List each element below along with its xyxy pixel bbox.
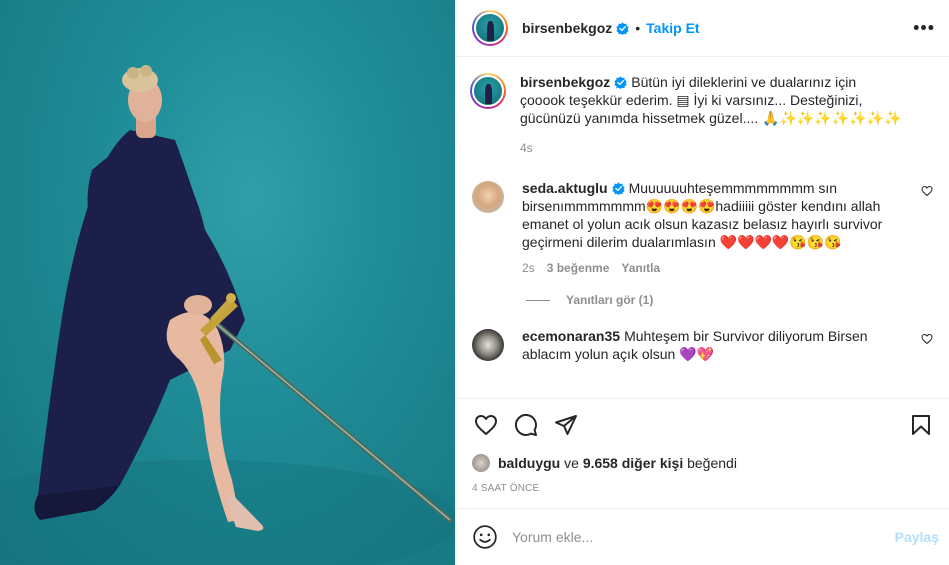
likes-summary: balduygu ve 9.658 diğer kişi beğendi <box>456 451 949 475</box>
like-comment-heart-icon[interactable] <box>921 185 933 197</box>
liker-avatar[interactable] <box>472 454 490 472</box>
comment-icon <box>514 413 537 436</box>
like-button[interactable] <box>466 405 506 445</box>
save-button[interactable] <box>901 405 941 445</box>
photo-illustration <box>0 65 455 565</box>
commenter-username[interactable]: seda.aktuglu <box>522 180 608 196</box>
liker-username[interactable]: balduygu <box>498 455 560 471</box>
commenter-username[interactable]: ecemonaran35 <box>522 328 620 344</box>
caption-avatar[interactable] <box>470 73 506 109</box>
bookmark-icon <box>912 415 930 435</box>
comment-input[interactable] <box>512 529 895 545</box>
caption: birsenbekgoz Bütün iyi dileklerini ve dua… <box>470 73 933 157</box>
verified-badge-icon <box>616 21 629 35</box>
caption-username[interactable]: birsenbekgoz <box>520 74 610 90</box>
header-separator: • <box>635 20 641 36</box>
view-replies-button[interactable]: Yanıtları gör (1) <box>526 293 933 307</box>
likes-count[interactable]: 9.658 diğer kişi <box>583 455 683 471</box>
likes-suffix: beğendi <box>687 455 737 471</box>
replies-line <box>526 299 550 301</box>
commenter-avatar[interactable] <box>472 329 504 361</box>
view-replies-label: Yanıtları gör (1) <box>566 293 654 307</box>
post-side-panel: birsenbekgoz • Takip Et ••• birsenbekgoz… <box>455 0 949 565</box>
likes-connector: ve <box>564 455 579 471</box>
add-comment-bar: Paylaş <box>456 509 949 565</box>
comment-meta: 2s 3 beğenme Yanıtla <box>522 259 905 277</box>
reply-button[interactable]: Yanıtla <box>621 259 660 277</box>
comment-time[interactable]: 2s <box>522 259 535 277</box>
caption-time[interactable]: 4s <box>520 139 905 157</box>
post-comment-button[interactable]: Paylaş <box>895 529 939 545</box>
post-viewer: birsenbekgoz • Takip Et ••• birsenbekgoz… <box>0 0 949 565</box>
commenter-avatar[interactable] <box>472 181 504 213</box>
like-comment-heart-icon[interactable] <box>921 333 933 345</box>
comment-button[interactable] <box>506 405 546 445</box>
comments-section: birsenbekgoz Bütün iyi dileklerini ve dua… <box>456 57 949 399</box>
action-bar <box>456 399 949 451</box>
author-username[interactable]: birsenbekgoz <box>522 20 612 36</box>
author-avatar[interactable] <box>472 10 508 46</box>
post-timestamp[interactable]: 4 SAAT ÖNCE <box>456 475 949 509</box>
verified-badge-icon <box>614 76 627 89</box>
heart-icon <box>475 415 497 435</box>
emoji-icon[interactable] <box>472 524 498 550</box>
comment-item: ecemonaran35 Muhteşem bir Survivor diliyo… <box>472 327 933 363</box>
comment-likes[interactable]: 3 beğenme <box>547 259 610 277</box>
share-button[interactable] <box>546 405 586 445</box>
more-options-icon[interactable]: ••• <box>913 18 935 39</box>
share-icon <box>555 415 577 435</box>
post-header: birsenbekgoz • Takip Et ••• <box>456 0 949 57</box>
follow-button[interactable]: Takip Et <box>646 20 699 36</box>
verified-badge-icon <box>611 182 625 195</box>
comment-item: seda.aktuglu Muuuuuuhteşemmmmmmmm sın bir… <box>472 179 933 277</box>
post-photo[interactable] <box>0 0 455 565</box>
